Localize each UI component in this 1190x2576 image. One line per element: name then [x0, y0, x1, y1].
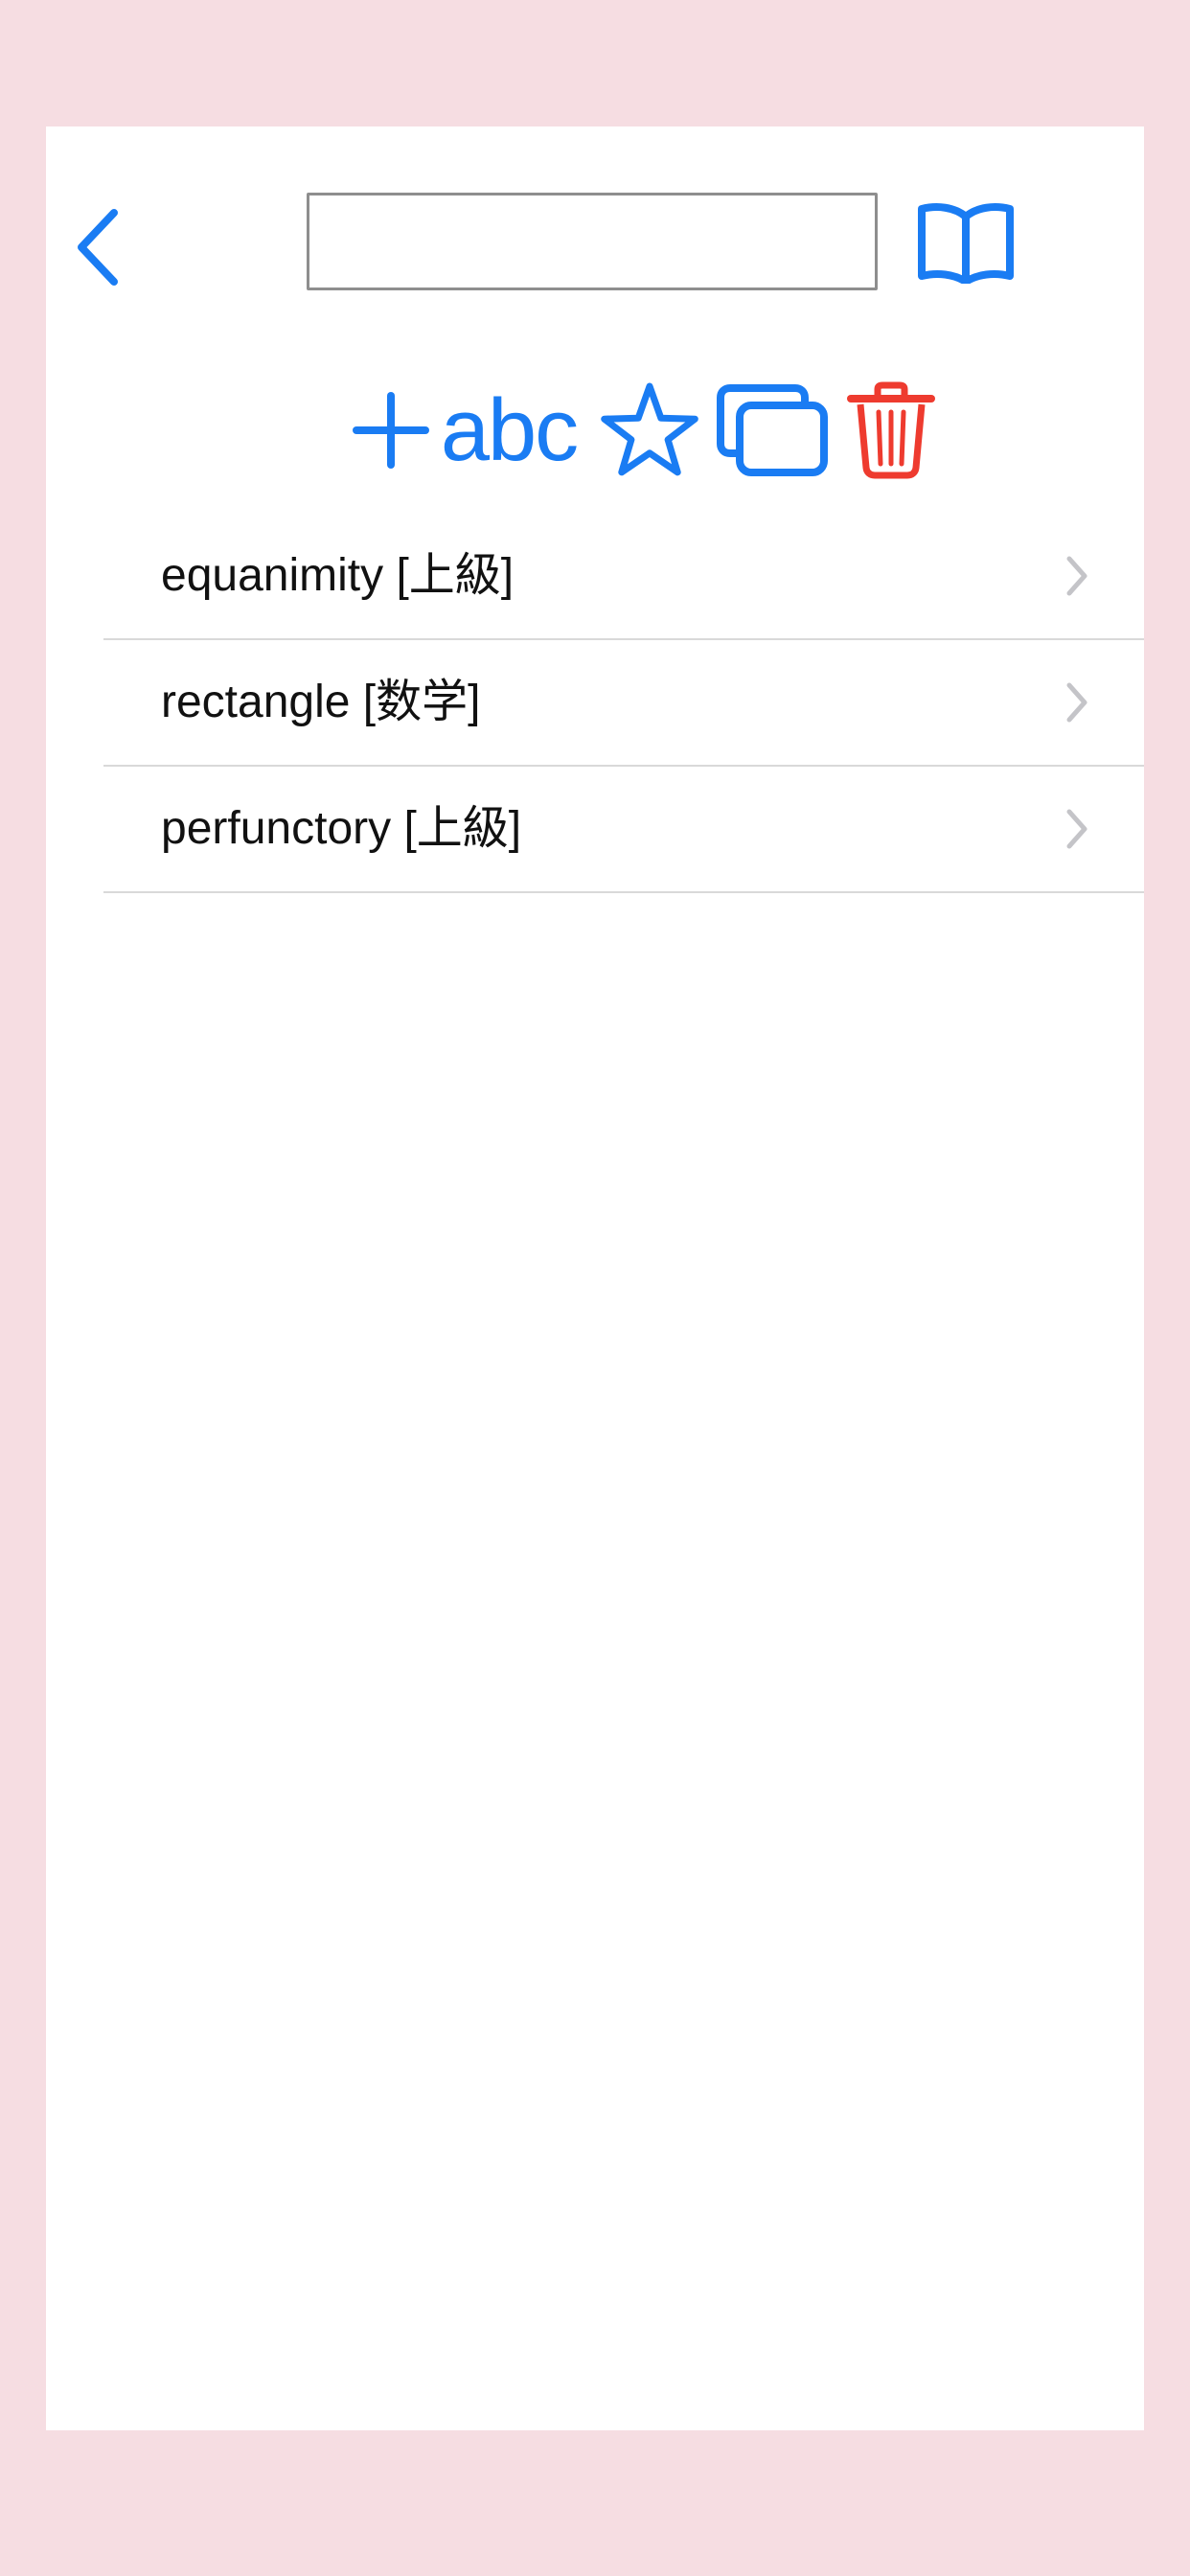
list-item[interactable]: equanimity [上級] — [103, 514, 1144, 640]
book-icon — [918, 203, 1014, 284]
trash-icon — [847, 381, 935, 479]
delete-button[interactable] — [845, 378, 937, 483]
word-label: equanimity [上級] — [161, 550, 515, 601]
chevron-right-icon — [1066, 556, 1087, 596]
add-word-button[interactable] — [348, 378, 434, 483]
copy-button[interactable] — [715, 378, 830, 483]
abc-label: abc — [440, 381, 579, 479]
word-label: rectangle [数学] — [161, 677, 481, 727]
chevron-left-icon — [78, 209, 118, 286]
chevron-right-icon — [1066, 682, 1087, 723]
search-input[interactable] — [307, 193, 878, 290]
plus-icon — [353, 392, 429, 469]
back-button[interactable] — [69, 201, 126, 293]
word-label: perfunctory [上級] — [161, 803, 522, 854]
list-item[interactable]: rectangle [数学] — [103, 640, 1144, 767]
list-item[interactable]: perfunctory [上級] — [103, 767, 1144, 893]
copy-icon — [717, 384, 828, 476]
star-icon — [601, 382, 698, 476]
sort-alphabetical-button[interactable]: abc — [437, 378, 581, 483]
chevron-right-icon — [1066, 809, 1087, 849]
word-list: equanimity [上級] rectangle [数学] perfuncto… — [103, 514, 1144, 893]
main-card: abc equanimity [上級] rectangle [数学] perfu… — [46, 126, 1144, 2430]
dictionary-button[interactable] — [914, 194, 1018, 289]
favorite-button[interactable] — [600, 378, 699, 483]
